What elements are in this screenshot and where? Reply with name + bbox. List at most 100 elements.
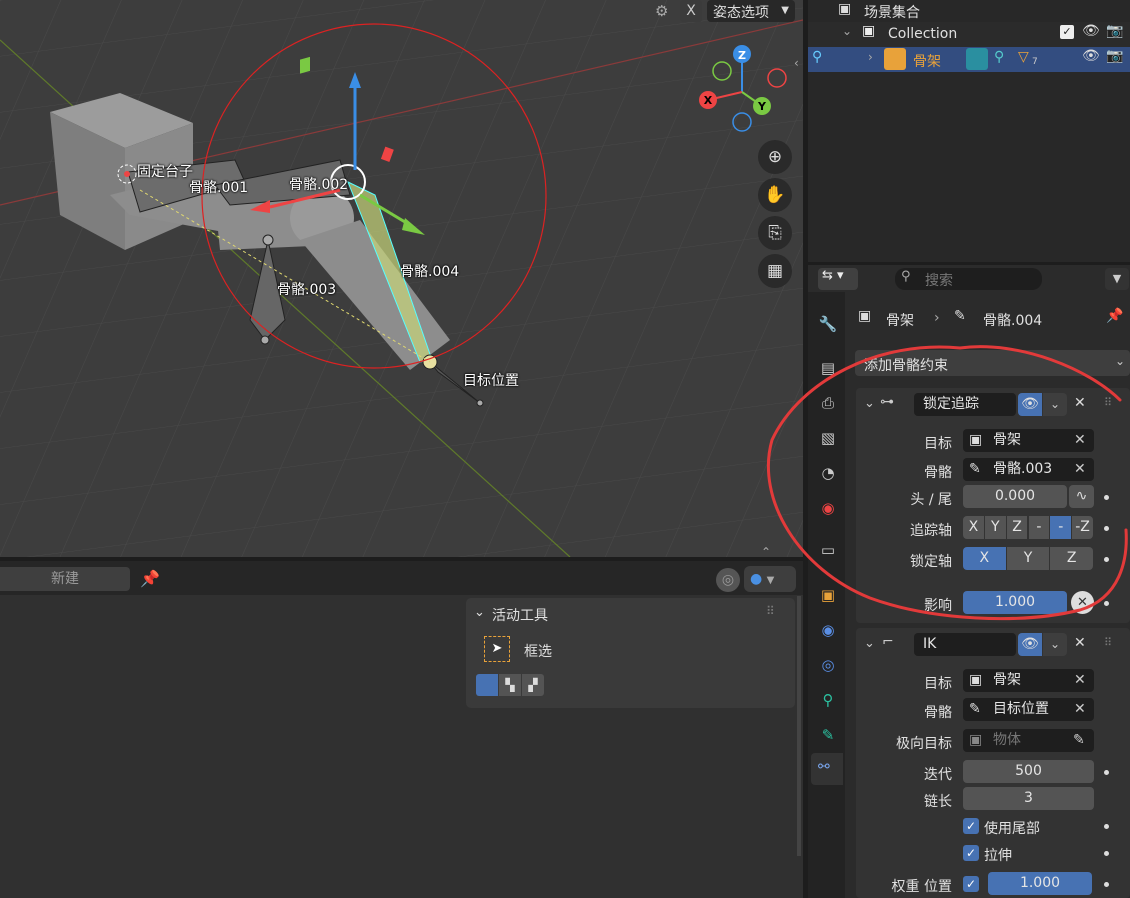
ik-target-field[interactable]: ▣ 骨架 ✕ [963, 669, 1094, 692]
eyedropper-icon[interactable]: ✎ [1073, 729, 1085, 752]
collection-row[interactable]: ⌄ ▣ Collection ✓ 👁 📷 [808, 22, 1130, 47]
pose-options-dropdown[interactable]: 姿态选项 ▼ [707, 0, 795, 22]
keyframe-dot[interactable] [1104, 882, 1109, 887]
close-icon[interactable]: ✕ [1074, 635, 1086, 651]
sidebar-toggle-icon[interactable]: ‹ [794, 56, 799, 70]
pose-options-label: 姿态选项 [713, 5, 769, 21]
active-tool-title: 活动工具 [492, 608, 548, 624]
pin-icon[interactable]: 📌 [1106, 308, 1123, 324]
keyframe-dot[interactable] [1104, 770, 1109, 775]
stretch-checkbox[interactable]: ✓ [963, 845, 979, 861]
child-count: 7 [1032, 57, 1038, 67]
bone-icon: ✎ [969, 701, 981, 717]
hand-pan-icon[interactable]: ✋ [758, 178, 792, 212]
eye-icon[interactable]: 👁 [1082, 48, 1100, 64]
ik-bone-field[interactable]: ✎ 目标位置 ✕ [963, 698, 1094, 721]
chevron-down-icon[interactable]: ⌄ [842, 24, 852, 38]
chain-length-field[interactable]: 3 [963, 787, 1094, 810]
ik-name: IK [923, 636, 937, 652]
pole-placeholder: 物体 [993, 732, 1021, 748]
checkbox-icon[interactable]: ✓ [1060, 25, 1074, 39]
label-fixed-base: 固定台子 [137, 164, 193, 180]
scrollbar[interactable] [797, 596, 801, 856]
chevron-down-icon[interactable]: ⌄ [1043, 633, 1067, 656]
keyframe-dot[interactable] [1104, 851, 1109, 856]
eye-icon[interactable]: 👁 [1018, 633, 1042, 656]
pole-target-field[interactable]: ▣ 物体 ✎ [963, 729, 1094, 752]
ik-icon: ⌐ [882, 634, 894, 650]
object-icon: ▣ [969, 732, 983, 748]
tool-name: 框选 [524, 644, 552, 660]
mode-extend-icon[interactable]: ▚ [499, 674, 521, 696]
use-tail-label: 使用尾部 [984, 821, 1040, 837]
camera-render-icon[interactable]: 📷 [1106, 48, 1123, 64]
search-icon: ⚲ [901, 269, 911, 284]
keyframe-dot[interactable] [1104, 824, 1109, 829]
pin-icon[interactable]: 📌 [140, 569, 160, 588]
label-target: 目标位置 [463, 373, 519, 389]
weight-position-label: 权重 位置 [891, 879, 952, 895]
object-icon: ▣ [969, 672, 983, 688]
weight-position-slider[interactable]: 1.000 [988, 872, 1092, 895]
armature-label: 骨架 [913, 54, 941, 70]
collapse-icon[interactable]: ⌄ [474, 605, 485, 620]
select-box-icon[interactable]: ➤ [484, 636, 510, 662]
bone-icon: ✎ [954, 308, 966, 324]
label-bone-004: 骨骼.004 [400, 264, 460, 280]
chain-length-label: 链长 [924, 794, 952, 810]
label-bone-001: 骨骼.001 [189, 180, 249, 196]
pole-target-label: 极向目标 [896, 736, 952, 752]
search-input[interactable]: ⚲ 搜索 [895, 268, 1042, 290]
chevron-down-icon: ▼ [781, 5, 789, 16]
camera-icon[interactable]: ⎘ [758, 216, 792, 250]
iterations-field[interactable]: 500 [963, 760, 1094, 783]
zoom-icon[interactable]: ⊕ [758, 140, 792, 174]
pose-icon: ⚲ [994, 49, 1005, 65]
chevron-right-icon: › [934, 310, 940, 326]
weight-position-value: 1.000 [1019, 875, 1061, 891]
3d-viewport[interactable]: Z X Y 固定台子 骨骼.001 骨骼.002 骨骼.003 骨骼.004 目… [0, 0, 803, 557]
breadcrumb-bone: 骨骼.004 [983, 313, 1043, 329]
object-data-tab-icon[interactable]: ⚲ [818, 690, 838, 710]
chevron-right-icon[interactable]: › [868, 50, 873, 64]
use-tail-checkbox[interactable]: ✓ [963, 818, 979, 834]
options-dropdown-icon[interactable]: ▼ [1105, 268, 1129, 290]
camera-render-icon[interactable]: 📷 [1106, 23, 1123, 39]
label-bone-002: 骨骼.002 [289, 177, 349, 193]
scene-collection-label: 场景集合 [864, 5, 920, 21]
physics-tab-icon[interactable]: ◎ [818, 655, 838, 675]
mode-new-icon[interactable] [476, 674, 498, 696]
active-tool-panel: ⌄ 活动工具 ⠿ ➤ 框选 ▚ ▞ [466, 598, 795, 708]
breadcrumb-object: 骨架 [886, 313, 914, 329]
outliner: ▣ 场景集合 ⌄ ▣ Collection ✓ 👁 📷 ⚲ › 骨架 ⚲ ▽ 7… [808, 0, 1130, 262]
weight-position-checkbox[interactable]: ✓ [963, 876, 979, 892]
iterations-label: 迭代 [924, 767, 952, 783]
clear-icon[interactable]: ✕ [1074, 698, 1086, 721]
drag-handle-icon[interactable]: ⠿ [1104, 636, 1112, 649]
svg-text:Y: Y [757, 100, 767, 113]
svg-text:Z: Z [738, 49, 746, 62]
editor-type-icon[interactable]: ⇆ ▾ [818, 268, 858, 290]
ortho-grid-icon[interactable]: ▦ [758, 254, 792, 288]
bone-constraint-icon: ⚯ [818, 759, 830, 775]
bone-constraint-tab[interactable]: ⚯ [811, 753, 843, 785]
x-mirror-button[interactable]: X [680, 0, 702, 22]
bone-tab-icon[interactable]: ✎ [818, 725, 838, 745]
ik-name-field[interactable]: IK [914, 633, 1016, 656]
pose-mode-icon[interactable]: ⚲ [812, 49, 822, 65]
overlay-toggle-icon[interactable]: ◎ [716, 568, 740, 592]
object-icon: ▣ [858, 308, 872, 324]
new-button[interactable]: 新建 [0, 567, 130, 591]
eye-icon[interactable]: 👁 [1082, 23, 1100, 39]
svg-text:X: X [704, 94, 713, 107]
search-placeholder: 搜索 [925, 273, 953, 289]
stretch-label: 拉伸 [984, 848, 1012, 864]
mode-subtract-icon[interactable]: ▞ [522, 674, 544, 696]
collapse-icon[interactable]: ⌄ [864, 636, 875, 651]
armature-row[interactable]: ⚲ › 骨架 ⚲ ▽ 7 👁 📷 [808, 47, 1130, 72]
ik-target-label: 目标 [924, 676, 952, 692]
ik-bone-label: 骨骼 [924, 705, 952, 721]
ik-bone-value: 目标位置 [993, 701, 1049, 717]
pose-icon[interactable]: ⚙ [655, 2, 668, 20]
clear-icon[interactable]: ✕ [1074, 669, 1086, 692]
